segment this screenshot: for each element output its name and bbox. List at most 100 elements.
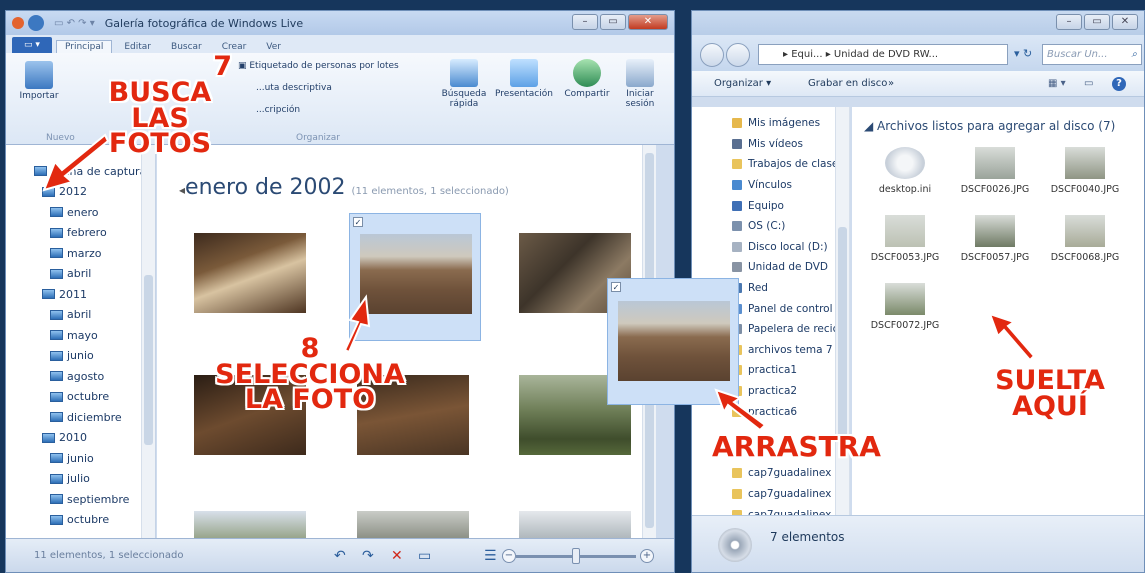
calendar-icon [50,207,63,218]
import-button[interactable]: Importar [14,61,64,101]
nav-month-item[interactable]: octubre [6,510,155,531]
file-item[interactable]: DSCF0040.JPG [1050,147,1120,195]
minimize-button[interactable]: – [572,14,598,30]
nav-year-item[interactable]: 2010 [6,428,155,449]
help-icon[interactable]: ? [1112,77,1126,91]
drag-photo-thumbnail [618,301,730,381]
file-item[interactable]: DSCF0053.JPG [870,215,940,263]
search-input[interactable]: Buscar Un... ⌕ [1042,44,1142,65]
maximize-button[interactable]: ▭ [1084,14,1110,30]
preview-pane-icon[interactable]: ▭ [1084,78,1093,89]
rotate-right-icon[interactable]: ↷ [362,548,374,564]
file-item[interactable]: DSCF0057.JPG [960,215,1030,263]
nav-month-item[interactable]: junio [6,448,155,469]
nav-scroll-thumb[interactable] [144,275,153,445]
photo-checkbox[interactable]: ✓ [353,217,363,227]
tree-item[interactable]: Equipo [732,195,849,216]
nav-year-item[interactable]: 2012 [6,182,155,203]
photo-thumbnail[interactable] [194,233,306,313]
nav-month-item[interactable]: diciembre [6,407,155,428]
tree-item[interactable]: practica2 [732,381,849,402]
slideshow-icon[interactable]: ▭ [418,548,431,564]
view-options-icon[interactable]: ▦ ▾ [1048,78,1066,89]
quick-search-button[interactable]: Búsqueda rápida [438,59,490,109]
nav-root-item[interactable]: Fecha de captura [6,161,155,182]
callout-7-number: 7 [213,51,232,82]
nav-month-item[interactable]: febrero [6,223,155,244]
tree-item[interactable]: Panel de control [732,298,849,319]
nav-month-item[interactable]: octubre [6,387,155,408]
share-button[interactable]: Compartir [562,59,612,99]
refresh-icon[interactable]: ▾ ↻ [1014,47,1032,60]
tree-item-label: practica6 [748,405,798,418]
address-bar[interactable]: ▸ Equi... ▸ Unidad de DVD RW... [758,44,1008,65]
photo-thumbnail[interactable] [357,511,469,540]
tab-editar[interactable]: Editar [116,41,159,53]
nav-month-item[interactable]: agosto [6,366,155,387]
back-button[interactable] [700,43,724,67]
tree-item[interactable]: cap7guadalinex [732,463,849,484]
selected-photo-frame[interactable]: ✓ [349,213,481,341]
tree-item[interactable]: archivos tema 7 [732,340,849,361]
organize-button[interactable]: Organizar ▾ [714,78,771,89]
command-bar: Organizar ▾ Grabar en disco » ▦ ▾ ▭ ? [692,71,1144,97]
tree-item[interactable]: Vínculos [732,175,849,196]
file-menu-button[interactable]: ▭ ▾ [12,37,52,53]
signin-button[interactable]: Iniciar sesión [616,59,664,109]
file-item[interactable]: DSCF0026.JPG [960,147,1030,195]
folder-icon [732,488,742,499]
photo-thumbnail[interactable] [194,511,306,540]
nav-month-item[interactable]: septiembre [6,489,155,510]
presentation-button[interactable]: Presentación [494,59,554,99]
quick-access-icons[interactable]: ▭ ↶ ↷ ▾ [54,18,95,29]
forward-button[interactable] [726,43,750,67]
nav-month-item[interactable]: enero [6,202,155,223]
burn-button[interactable]: Grabar en disco [808,78,887,89]
nav-month-item[interactable]: marzo [6,243,155,264]
tree-item[interactable]: cap7guadalinex [732,484,849,505]
people-tag-button[interactable]: ▣ Etiquetado de personas por lotes [238,61,399,71]
back-icon[interactable] [28,15,44,31]
nav-month-item[interactable]: mayo [6,325,155,346]
tree-item[interactable]: Mis imágenes [732,113,849,134]
details-view-icon[interactable]: ☰ [484,548,497,564]
tree-item[interactable]: Unidad de DVD [732,257,849,278]
nav-month-item[interactable]: abril [6,305,155,326]
tab-ver[interactable]: Ver [258,41,289,53]
selected-photo-thumbnail[interactable] [360,234,472,314]
tree-item[interactable]: practica1 [732,360,849,381]
tree-item[interactable]: Mis vídeos [732,134,849,155]
close-button[interactable]: ✕ [1112,14,1138,30]
tree-item[interactable]: practica6 [732,401,849,422]
descriptive-tag-button[interactable]: ...uta descriptiva [256,83,332,93]
minimize-button[interactable]: – [1056,14,1082,30]
tree-scroll-thumb[interactable] [838,227,847,447]
nav-month-item[interactable]: julio [6,469,155,490]
file-item[interactable]: DSCF0072.JPG [870,283,940,331]
zoom-slider-thumb[interactable] [572,548,580,564]
tree-item[interactable]: OS (C:) [732,216,849,237]
nav-year-item[interactable]: 2011 [6,284,155,305]
photo-thumbnail[interactable] [519,511,631,540]
zoom-in-icon[interactable]: + [640,549,654,563]
tree-item[interactable]: Papelera de reciclaje [732,319,849,340]
tree-item[interactable]: Disco local (D:) [732,237,849,258]
close-button[interactable]: ✕ [628,14,668,30]
nav-month-item[interactable]: junio [6,346,155,367]
tree-item[interactable]: Red [732,278,849,299]
tab-buscar[interactable]: Buscar [163,41,210,53]
more-commands-button[interactable]: » [888,78,894,89]
file-item[interactable]: desktop.ini [870,147,940,195]
calendar-icon [50,350,63,361]
caption-button[interactable]: ...cripción [256,105,300,115]
calendar-icon [34,166,47,177]
delete-icon[interactable]: ✕ [391,548,403,564]
file-item[interactable]: DSCF0068.JPG [1050,215,1120,263]
rotate-left-icon[interactable]: ↶ [334,548,346,564]
tree-item[interactable]: Trabajos de clase [732,154,849,175]
nav-scrollbar[interactable] [141,145,155,540]
zoom-out-icon[interactable]: − [502,549,516,563]
nav-month-item[interactable]: abril [6,264,155,285]
maximize-button[interactable]: ▭ [600,14,626,30]
tab-principal[interactable]: Principal [56,40,113,53]
